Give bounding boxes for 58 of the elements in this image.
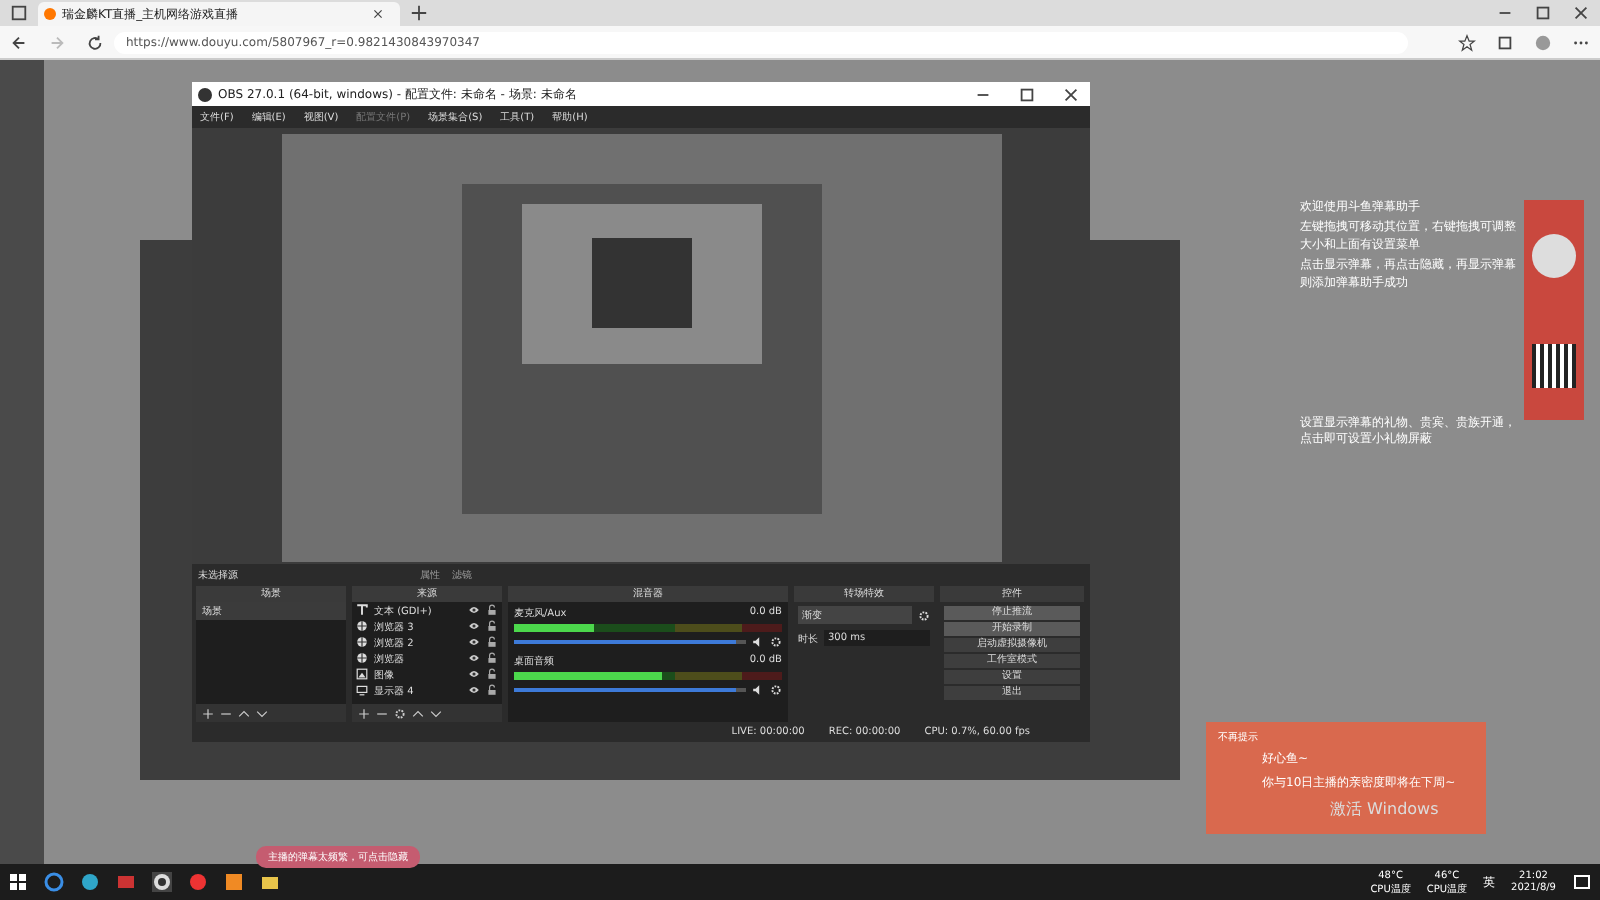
maximize-icon[interactable] [1534, 4, 1552, 22]
qr-code-drawing [1532, 343, 1576, 387]
obs-icon[interactable] [152, 872, 172, 892]
site-icon [44, 8, 56, 20]
app-icon[interactable] [224, 872, 244, 892]
monitor-icon [356, 684, 368, 696]
notification-icon[interactable] [1572, 872, 1592, 892]
eye-icon[interactable] [468, 604, 480, 616]
eye-icon[interactable] [468, 652, 480, 664]
speaker-icon[interactable] [752, 684, 764, 696]
globe-icon [356, 652, 368, 664]
eye-icon[interactable] [468, 668, 480, 680]
up-icon[interactable] [238, 707, 250, 719]
up-icon[interactable] [412, 707, 424, 719]
text-icon [356, 604, 368, 616]
remove-icon[interactable] [220, 707, 232, 719]
profile-icon[interactable] [1534, 33, 1552, 51]
activation-text: 激活 Windows [1330, 798, 1439, 820]
obs-logo-icon [198, 87, 212, 101]
close-icon[interactable] [1572, 4, 1590, 22]
lock-icon[interactable] [486, 620, 498, 632]
eye-icon[interactable] [468, 620, 480, 632]
image-icon [356, 668, 368, 680]
back-icon[interactable] [10, 33, 28, 51]
new-tab-icon[interactable] [410, 4, 428, 22]
down-icon[interactable] [430, 707, 442, 719]
gear-icon[interactable] [770, 636, 782, 648]
folder-icon[interactable] [260, 872, 280, 892]
collections-icon[interactable] [1496, 33, 1514, 51]
lock-icon[interactable] [486, 604, 498, 616]
music-app-icon[interactable] [188, 872, 208, 892]
browser-e-icon[interactable] [44, 872, 64, 892]
reload-icon[interactable] [86, 33, 104, 51]
close-icon[interactable] [1062, 85, 1080, 103]
tab-actions-icon[interactable] [10, 4, 28, 22]
remove-icon[interactable] [376, 707, 388, 719]
edge-browser-icon[interactable] [80, 872, 100, 892]
lock-icon[interactable] [486, 668, 498, 680]
lock-icon[interactable] [486, 636, 498, 648]
lock-icon[interactable] [486, 684, 498, 696]
star-icon[interactable] [1458, 33, 1476, 51]
down-icon[interactable] [256, 707, 268, 719]
lock-icon[interactable] [486, 652, 498, 664]
add-icon[interactable] [358, 707, 370, 719]
windows-start-icon[interactable] [8, 872, 28, 892]
close-icon[interactable] [372, 8, 384, 20]
eye-icon[interactable] [468, 636, 480, 648]
gear-icon[interactable] [394, 707, 406, 719]
gear-icon[interactable] [770, 684, 782, 696]
globe-icon [356, 636, 368, 648]
globe-icon [356, 620, 368, 632]
speaker-icon[interactable] [752, 636, 764, 648]
add-icon[interactable] [202, 707, 214, 719]
maximize-icon[interactable] [1018, 85, 1036, 103]
eye-icon[interactable] [468, 684, 480, 696]
app-icon[interactable] [116, 872, 136, 892]
gear-icon[interactable] [918, 609, 930, 621]
avatar-placeholder [1532, 233, 1576, 277]
